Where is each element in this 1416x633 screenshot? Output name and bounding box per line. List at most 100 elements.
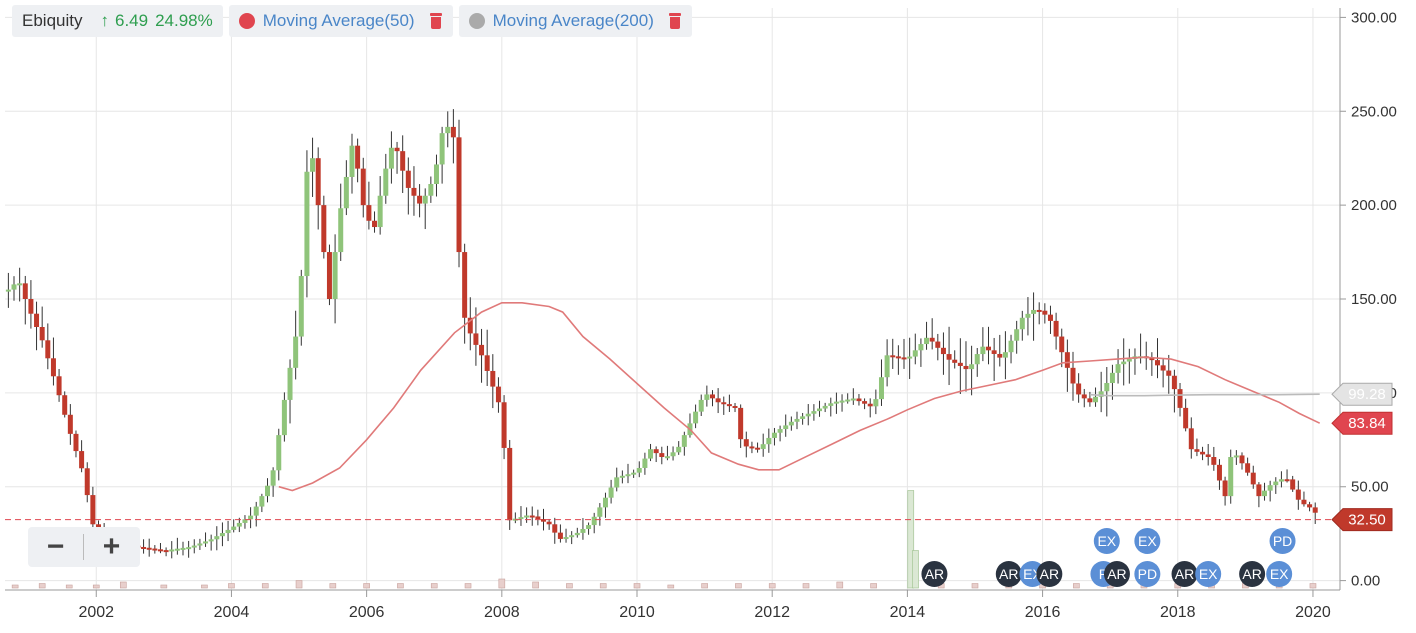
candle-body (62, 395, 68, 415)
x-tick-label: 2012 (754, 604, 790, 621)
candle-body (428, 184, 434, 196)
event-badge[interactable]: AR (1171, 561, 1198, 587)
event-badge-label: AR (1040, 566, 1059, 582)
ma50-chip[interactable]: Moving Average(50) (228, 5, 453, 37)
event-badge[interactable]: AR (1239, 561, 1266, 587)
event-badge[interactable]: AR (1036, 561, 1063, 587)
candle-body (1256, 484, 1262, 497)
candle-body (856, 398, 862, 402)
ma200-chip[interactable]: Moving Average(200) (458, 5, 692, 37)
candle-body (580, 528, 586, 533)
candle-body (631, 472, 637, 475)
volume-bar (329, 583, 337, 589)
volume-bar (498, 578, 506, 589)
candle-body (1076, 383, 1082, 395)
candle-body (693, 411, 699, 424)
candle-body (929, 337, 935, 342)
candle-body (28, 299, 34, 314)
candle-body (563, 537, 569, 540)
event-badge-label: EX (1270, 566, 1289, 582)
price-tags: 99.28 83.84 32.50 (1331, 382, 1393, 532)
candle-body (721, 402, 727, 405)
candle-body (1053, 320, 1059, 337)
candle-body (867, 403, 873, 407)
candle-body (1194, 449, 1200, 452)
candle-body (45, 340, 51, 359)
volume-bar (92, 584, 100, 589)
candle-body (1160, 365, 1166, 371)
candle-body (377, 195, 383, 228)
candle-body (422, 195, 428, 204)
candle-body (805, 413, 811, 417)
candle-body (484, 355, 490, 371)
x-tick-label: 2020 (1295, 604, 1331, 621)
candle-body (1307, 504, 1313, 508)
candle-body (214, 536, 220, 540)
zoom-in-button[interactable]: + (84, 527, 139, 567)
event-badge[interactable]: EX (1266, 561, 1293, 587)
volume-bar (912, 550, 919, 589)
candle-body (783, 425, 789, 430)
event-badge[interactable]: AR (921, 561, 948, 587)
candle-body (264, 485, 270, 497)
volume-bar (430, 583, 438, 589)
y-tick-label: 300.00 (1351, 9, 1397, 26)
candle-body (794, 418, 800, 422)
event-badge-label: EX (1097, 533, 1116, 549)
x-tick-label: 2016 (1025, 604, 1061, 621)
candle-body (569, 535, 575, 538)
candle-body (1064, 352, 1070, 368)
event-badge-label: AR (1175, 566, 1194, 582)
candle-body (1081, 394, 1087, 399)
candle-body (50, 358, 56, 377)
candle-body (84, 468, 90, 496)
event-badge-label: AR (1107, 566, 1126, 582)
volume-bar (870, 583, 877, 589)
legend-bar: Ebiquity ↑ 6.49 24.98% Moving Average(50… (12, 5, 692, 37)
candle-body (39, 327, 45, 341)
ticker-chip[interactable]: Ebiquity ↑ 6.49 24.98% (12, 5, 223, 37)
candle-body (602, 497, 608, 508)
volume-bar (65, 584, 73, 589)
candle-body (969, 364, 975, 370)
ma50-label: Moving Average(50) (262, 11, 415, 30)
candle-body (591, 516, 597, 526)
event-badge-label: PD (1138, 566, 1157, 582)
ma200-dot-icon (468, 13, 485, 29)
candle-body (664, 456, 670, 459)
candle-body (862, 401, 868, 404)
y-tick-label: 0.00 (1351, 573, 1380, 590)
candle-body (1290, 479, 1296, 490)
candle-body (980, 346, 986, 355)
price-chart[interactable]: 300.00250.00200.00150.00100.0050.000.002… (0, 0, 1416, 633)
event-badge[interactable]: EX (1134, 528, 1161, 554)
trash-icon[interactable] (429, 13, 443, 29)
candle-body (918, 344, 924, 351)
volume-bar (735, 583, 742, 589)
trash-icon[interactable] (668, 13, 682, 29)
y-tick-label: 50.00 (1351, 479, 1389, 496)
candle-body (417, 195, 423, 204)
event-badge[interactable]: EX (1093, 528, 1120, 554)
candle-body (231, 526, 237, 530)
event-badge[interactable]: PD (1134, 561, 1161, 587)
event-badge[interactable]: PD (1269, 528, 1296, 554)
zoom-out-button[interactable]: − (28, 527, 83, 567)
event-badge[interactable]: EX (1195, 561, 1222, 587)
candle-body (259, 496, 265, 507)
candle-body (281, 399, 287, 436)
candle-body (878, 377, 884, 400)
event-badge[interactable]: AR (1103, 561, 1130, 587)
candle-body (698, 399, 704, 412)
volume-bar (701, 583, 708, 589)
volume-bar (971, 583, 979, 589)
event-badge[interactable]: AR (995, 561, 1022, 587)
x-tick-label: 2010 (619, 604, 655, 621)
candle-body (732, 406, 738, 409)
candle-body (1245, 463, 1251, 473)
candle-body (715, 398, 721, 403)
candle-body (946, 354, 952, 360)
candle-body (771, 432, 777, 438)
candle-body (1205, 454, 1211, 458)
candle-body (755, 447, 761, 450)
